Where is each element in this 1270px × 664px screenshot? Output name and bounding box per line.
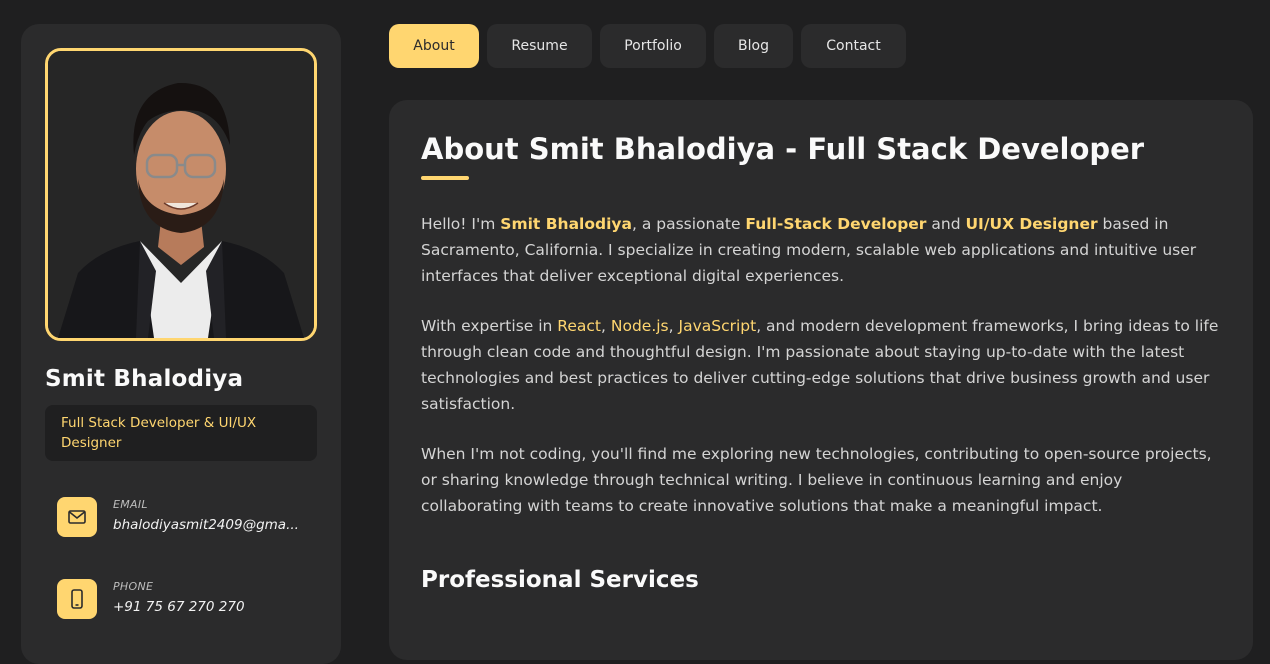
email-label: EMAIL: [113, 498, 148, 511]
mail-icon: [57, 497, 97, 537]
email-link[interactable]: bhalodiyasmit2409@gma...: [113, 517, 313, 533]
about-paragraph-1: Hello! I'm Smit Bhalodiya, a passionate …: [421, 211, 1221, 289]
tab-blog[interactable]: Blog: [714, 24, 793, 68]
tab-portfolio[interactable]: Portfolio: [600, 24, 706, 68]
avatar: [45, 48, 317, 341]
page-title: About Smit Bhalodiya - Full Stack Develo…: [421, 132, 1145, 166]
nav-tabs: About Resume Portfolio Blog Contact: [389, 24, 906, 68]
p1-highlight-name: Smit Bhalodiya: [500, 215, 632, 233]
title-underline: [421, 176, 469, 180]
p2-tech-nodejs: Node.js: [610, 317, 669, 335]
about-paragraph-3: When I'm not coding, you'll find me expl…: [421, 445, 1212, 515]
p2-sep-1: ,: [601, 317, 611, 335]
profile-title-badge: Full Stack Developer & UI/UX Designer: [45, 405, 317, 461]
tab-resume[interactable]: Resume: [487, 24, 592, 68]
contact-item-email: EMAIL bhalodiyasmit2409@gma...: [57, 497, 317, 539]
p2-tech-javascript: JavaScript: [678, 317, 757, 335]
p1-highlight-role-designer: UI/UX Designer: [965, 215, 1098, 233]
tab-contact[interactable]: Contact: [801, 24, 906, 68]
p2-sep-2: ,: [668, 317, 679, 335]
services-heading: Professional Services: [421, 567, 699, 593]
about-paragraph-2: With expertise in React, Node.js, JavaSc…: [421, 313, 1221, 417]
p2-tech-react: React: [557, 317, 602, 335]
phone-link[interactable]: +91 75 67 270 270: [113, 599, 313, 615]
about-panel: About Smit Bhalodiya - Full Stack Develo…: [389, 100, 1253, 660]
phone-icon: [57, 579, 97, 619]
p1-highlight-role-developer: Full-Stack Developer: [745, 215, 927, 233]
contact-item-phone: PHONE +91 75 67 270 270: [57, 579, 317, 621]
profile-name: Smit Bhalodiya: [45, 366, 244, 392]
profile-sidebar: Smit Bhalodiya Full Stack Developer & UI…: [21, 24, 341, 664]
phone-label: PHONE: [113, 580, 154, 593]
profile-photo: [48, 51, 314, 338]
p1-text-2: , a passionate: [631, 215, 746, 233]
p2-text-1: With expertise in: [421, 317, 558, 335]
p1-text-1: Hello! I'm: [421, 215, 501, 233]
p1-text-3: and: [926, 215, 966, 233]
tab-about[interactable]: About: [389, 24, 479, 68]
